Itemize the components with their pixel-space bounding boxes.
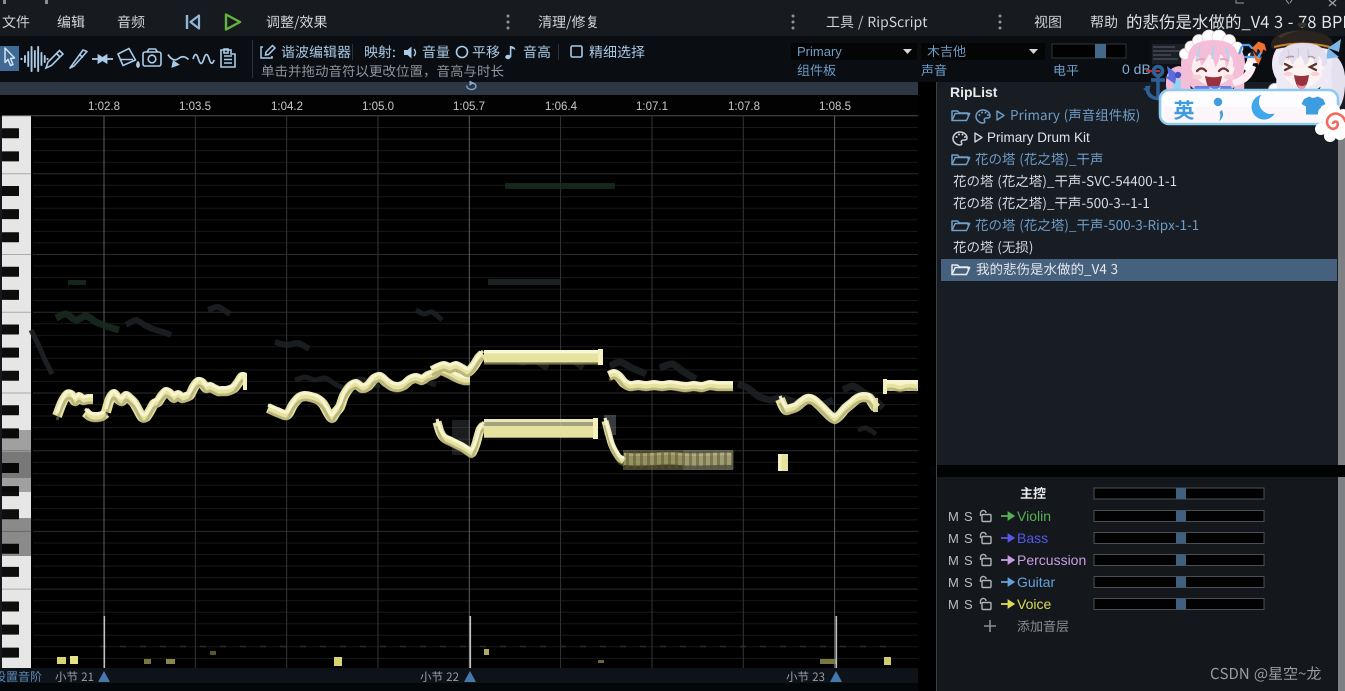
svg-text:Voice: Voice: [1017, 596, 1051, 612]
svg-text:S: S: [964, 597, 973, 612]
svg-text:S: S: [964, 509, 973, 524]
svg-text:1:05.7: 1:05.7: [453, 101, 485, 113]
svg-text:1:06.4: 1:06.4: [545, 101, 578, 113]
svg-text:M: M: [948, 597, 959, 612]
svg-text:1:05.0: 1:05.0: [362, 101, 394, 113]
svg-text:RipList: RipList: [950, 84, 998, 100]
svg-text:Bass: Bass: [1017, 530, 1048, 546]
svg-text:S: S: [964, 575, 973, 590]
svg-text:1:07.8: 1:07.8: [728, 101, 760, 113]
svg-text:Guitar: Guitar: [1017, 574, 1055, 590]
svg-text:M: M: [948, 575, 959, 590]
svg-text:1:02.8: 1:02.8: [88, 101, 120, 113]
svg-text:Primary: Primary: [797, 44, 842, 59]
svg-text:1:04.2: 1:04.2: [271, 101, 303, 113]
svg-text:S: S: [964, 553, 973, 568]
svg-text:1:07.1: 1:07.1: [636, 101, 668, 113]
svg-text:1:08.5: 1:08.5: [819, 101, 851, 113]
svg-text:1:03.5: 1:03.5: [179, 101, 211, 113]
svg-text:Primary Drum Kit: Primary Drum Kit: [987, 130, 1090, 145]
svg-text:S: S: [964, 531, 973, 546]
svg-text:M: M: [948, 553, 959, 568]
svg-text:M: M: [948, 509, 959, 524]
svg-text:Violin: Violin: [1017, 508, 1051, 524]
svg-text:Percussion: Percussion: [1017, 552, 1086, 568]
svg-text:M: M: [948, 531, 959, 546]
